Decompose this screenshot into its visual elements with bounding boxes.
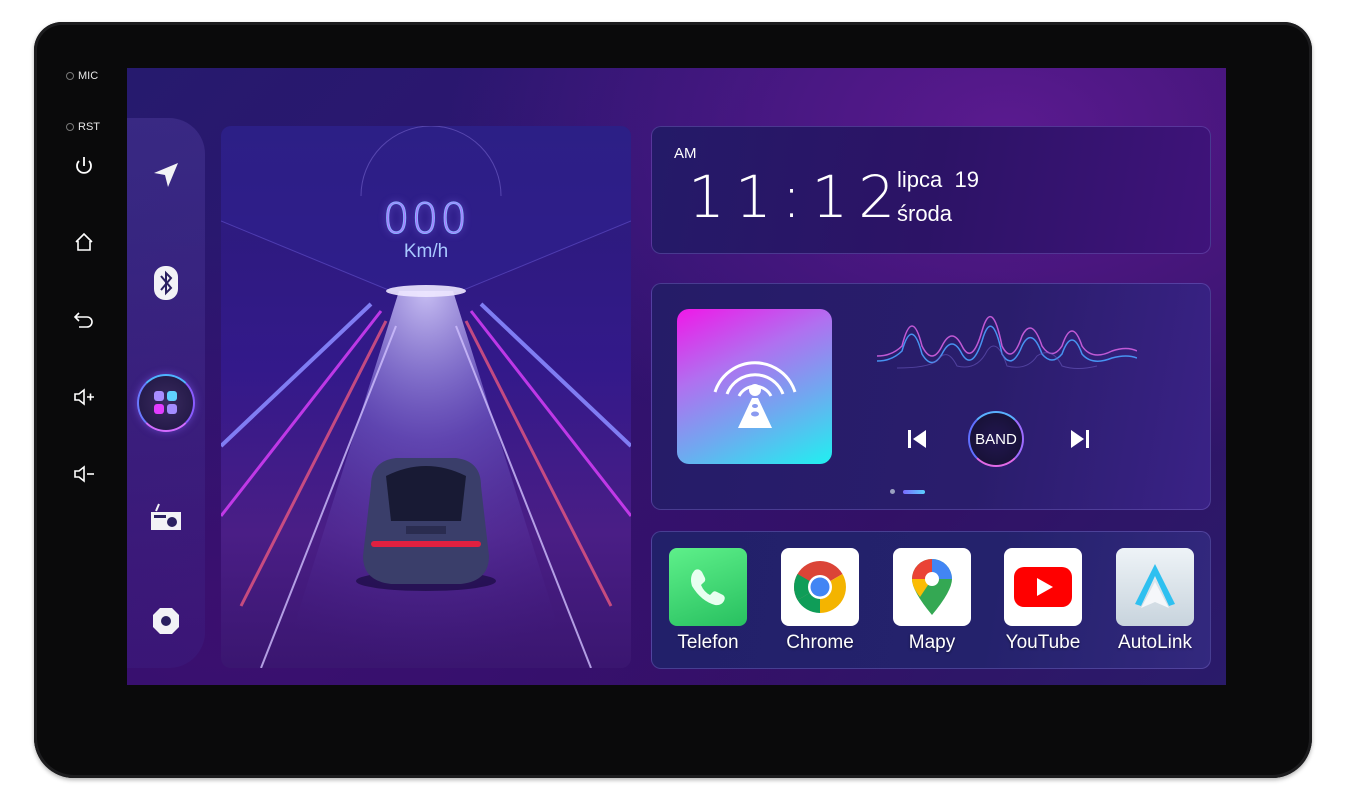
audio-waveform <box>877 315 1137 369</box>
home-button[interactable] <box>70 228 98 256</box>
mic-label: MIC <box>78 70 99 82</box>
settings-hexagon-icon <box>153 608 179 634</box>
volume-up-icon <box>74 388 94 406</box>
previous-station-button[interactable] <box>902 424 932 454</box>
speedometer-panel[interactable]: 000 Km/h <box>221 126 631 668</box>
reset-button[interactable]: RST <box>66 121 100 133</box>
clock-widget[interactable]: AM 11:12 lipca 19 środa <box>651 126 1211 254</box>
youtube-icon <box>1004 548 1082 626</box>
dock-settings-button[interactable] <box>145 600 187 642</box>
power-button[interactable] <box>70 152 98 180</box>
radio-icon <box>151 503 181 530</box>
chrome-icon <box>781 548 859 626</box>
app-mapy[interactable]: Mapy <box>892 548 972 654</box>
radio-widget: BAND <box>651 283 1211 510</box>
volume-down-icon <box>74 465 94 483</box>
clock-weekday: środa <box>897 201 953 226</box>
radio-app-button[interactable] <box>677 309 832 464</box>
dock-apps-button[interactable] <box>137 374 195 432</box>
back-button[interactable] <box>70 306 98 334</box>
volume-down-button[interactable] <box>70 460 98 488</box>
rst-label: RST <box>78 121 100 133</box>
page-indicator <box>890 489 925 494</box>
app-label: Mapy <box>908 632 956 653</box>
page-dot-2-active[interactable] <box>903 489 925 494</box>
skip-next-icon <box>1071 430 1089 448</box>
app-chrome[interactable]: Chrome <box>780 548 860 654</box>
clock-date: lipca 19 <box>897 167 979 192</box>
speed-unit: Km/h <box>403 241 449 262</box>
car-image <box>356 458 496 591</box>
phone-icon <box>669 548 747 626</box>
page-dot-1[interactable] <box>890 489 895 494</box>
radio-tower-icon <box>713 360 796 428</box>
app-shortcuts: Telefon Chrome Mapy YouTube AutoLink <box>651 531 1211 669</box>
volume-up-button[interactable] <box>70 383 98 411</box>
dock-navigation-button[interactable] <box>145 154 187 196</box>
app-label: YouTube <box>1005 632 1081 653</box>
home-icon <box>75 232 93 251</box>
app-label: Telefon <box>677 632 739 653</box>
reset-hole <box>66 123 74 131</box>
navigation-arrow-icon <box>154 163 178 187</box>
meridiem: AM <box>674 145 697 162</box>
app-youtube[interactable]: YouTube <box>1003 548 1083 654</box>
app-label: Chrome <box>786 632 854 653</box>
app-telefon[interactable]: Telefon <box>668 548 748 654</box>
mic-hole <box>66 72 74 80</box>
apps-grid-icon <box>154 391 177 414</box>
bluetooth-icon <box>154 266 178 300</box>
clock-time: 11:12 <box>688 163 906 231</box>
speed-value: 000 <box>382 194 470 244</box>
next-station-button[interactable] <box>1065 424 1095 454</box>
app-autolink[interactable]: AutoLink <box>1115 548 1195 654</box>
app-label: AutoLink <box>1118 632 1192 653</box>
mic-indicator: MIC <box>66 70 98 82</box>
dock-radio-button[interactable] <box>145 496 187 538</box>
screen: 000 Km/h AM 11:12 lipca 19 środa BAND Te… <box>127 68 1226 685</box>
skip-previous-icon <box>908 430 926 448</box>
power-icon <box>76 157 92 174</box>
side-dock <box>127 118 205 668</box>
back-icon <box>73 312 93 328</box>
autolink-icon <box>1116 548 1194 626</box>
band-button[interactable]: BAND <box>968 411 1024 467</box>
dock-bluetooth-button[interactable] <box>145 262 187 304</box>
maps-pin-icon <box>893 548 971 626</box>
band-label: BAND <box>975 430 1017 448</box>
